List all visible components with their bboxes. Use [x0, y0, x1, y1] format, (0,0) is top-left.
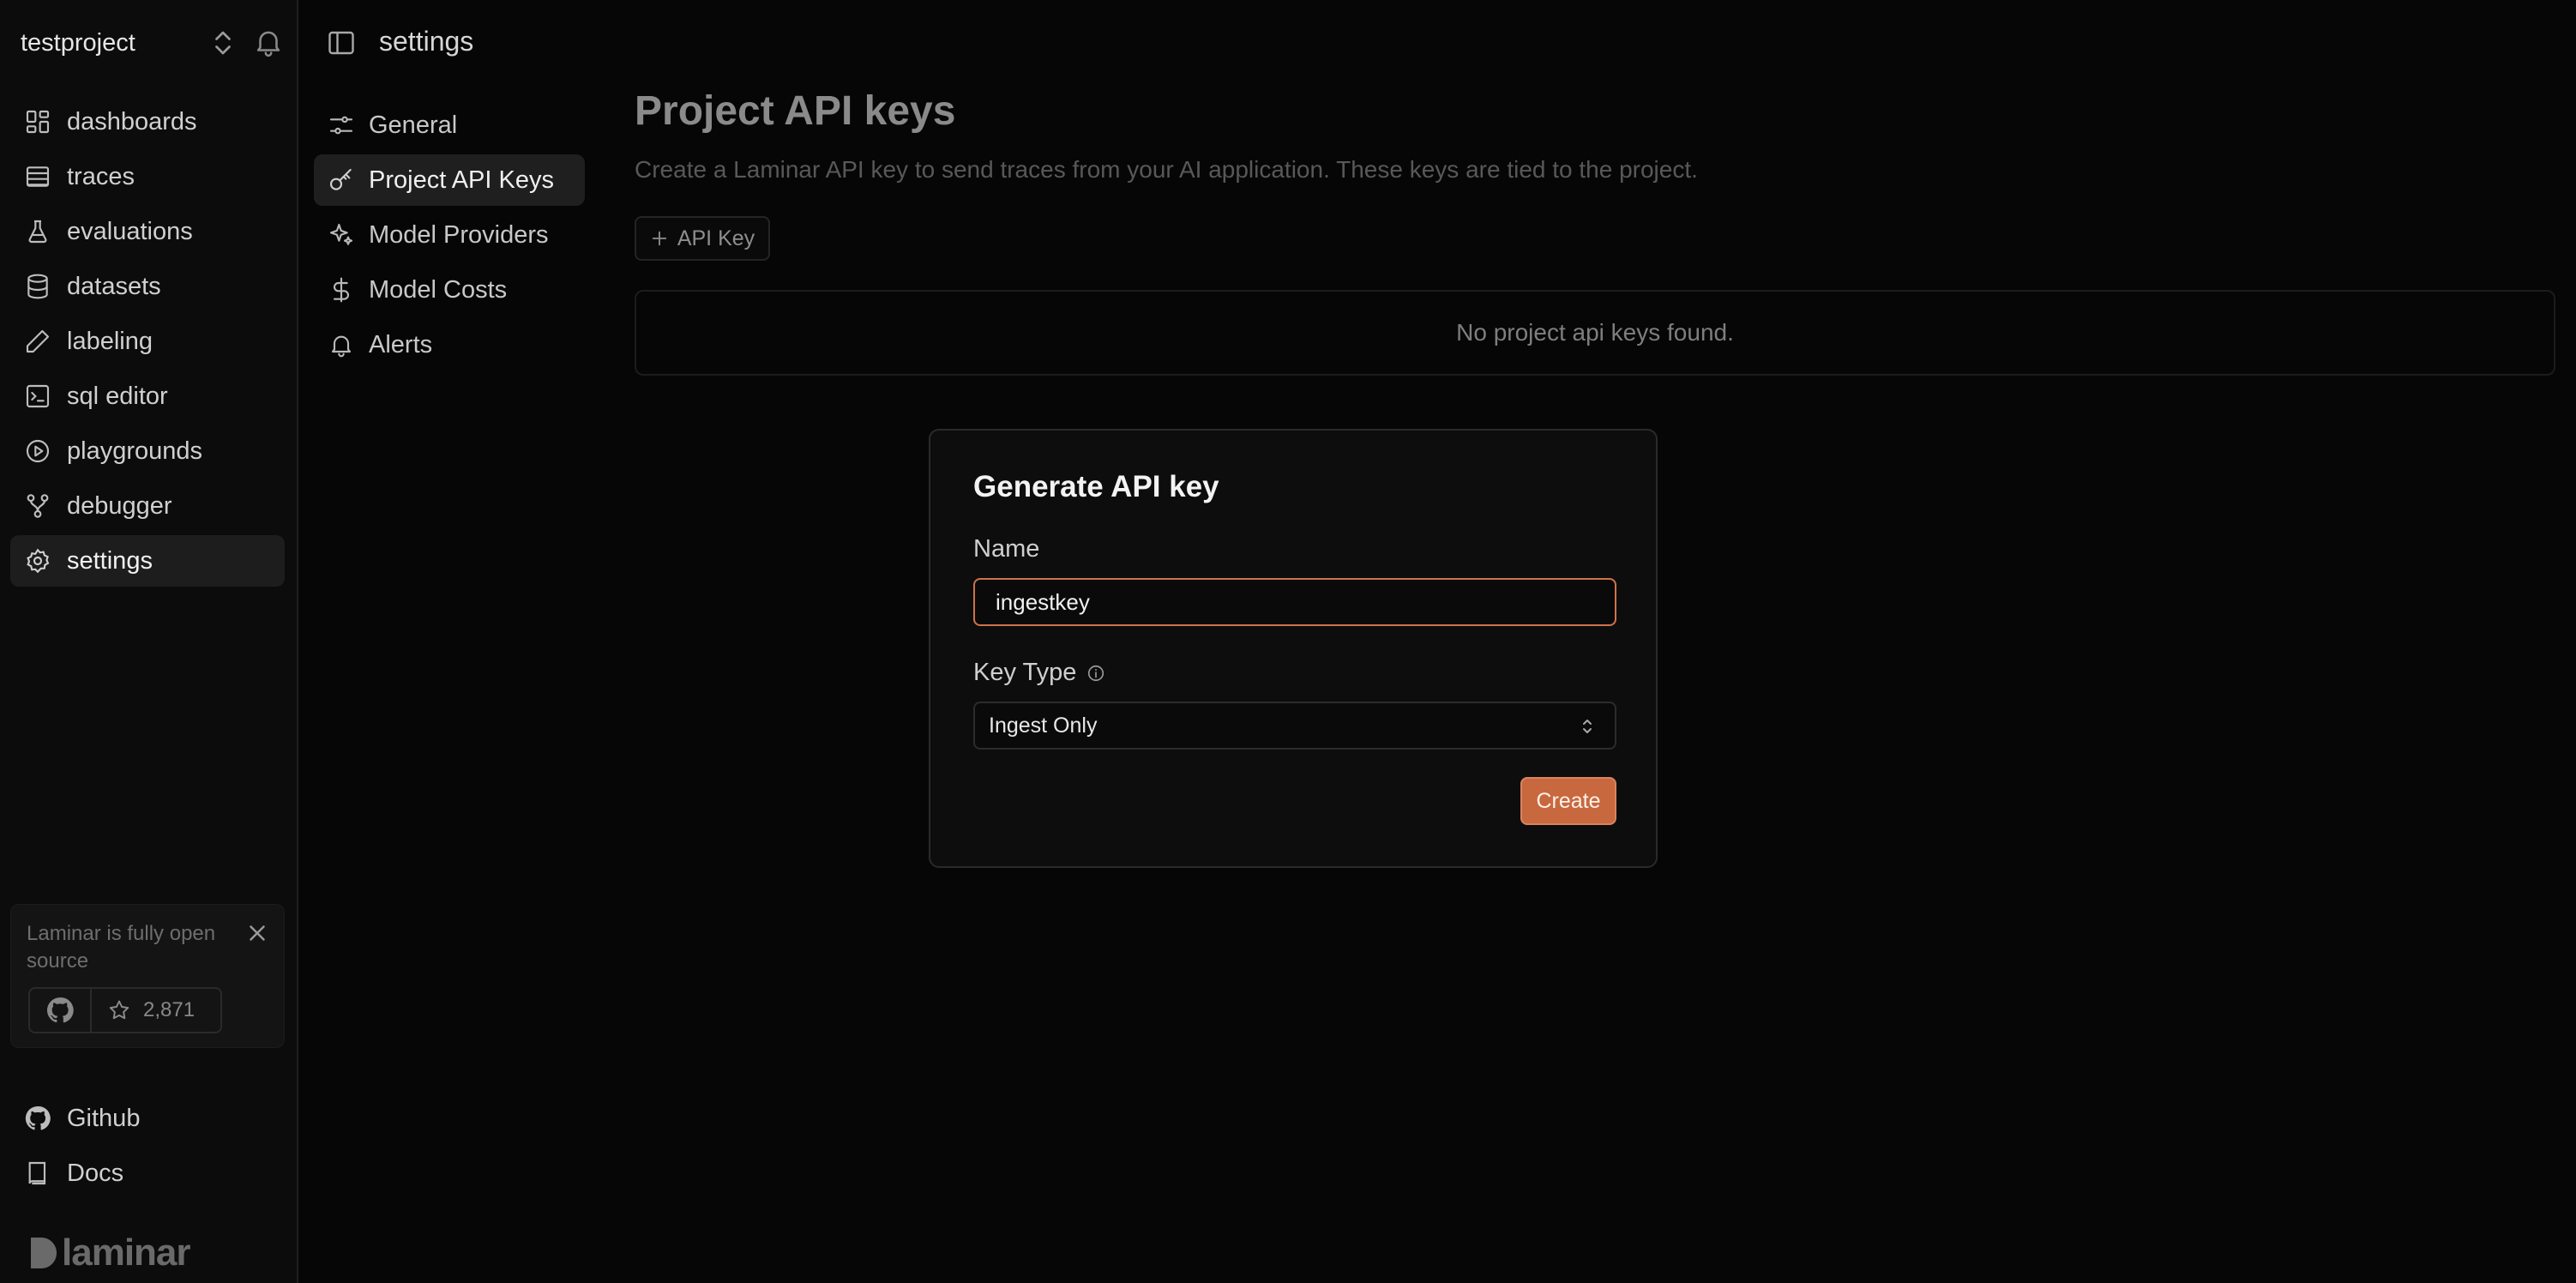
nav-item-dashboards[interactable]: dashboards: [10, 96, 285, 148]
app-root: testproject dashboards traces evaluation…: [0, 0, 2576, 1283]
sliders-icon: [329, 116, 353, 135]
nav-item-debugger[interactable]: debugger: [10, 480, 285, 532]
laminar-logo-mark: [31, 1238, 57, 1268]
api-keys-table: No project api keys found.: [635, 290, 2555, 376]
nav-label: sql editor: [67, 382, 168, 410]
subnav-item-alerts[interactable]: Alerts: [314, 319, 585, 370]
nav-label: labeling: [67, 327, 153, 355]
nav-label: traces: [67, 162, 135, 190]
play-icon: [26, 439, 50, 463]
nav-item-settings[interactable]: settings: [10, 535, 285, 587]
github-link-label: Github: [67, 1104, 141, 1132]
open-source-text: Laminar is fully open source: [27, 922, 216, 973]
top-bar: settings: [300, 0, 2576, 86]
subnav-item-model-providers[interactable]: Model Providers: [314, 209, 585, 261]
subnav-label: Model Costs: [369, 275, 508, 304]
docs-link[interactable]: Docs: [10, 1149, 285, 1197]
bell-icon: [331, 335, 352, 358]
subnav-item-model-costs[interactable]: Model Costs: [314, 264, 585, 316]
subnav-label: Model Providers: [369, 220, 549, 249]
subnav-label: Alerts: [369, 330, 433, 358]
github-link[interactable]: Github: [10, 1094, 285, 1142]
dialog-title: Generate API key: [973, 470, 1219, 503]
gear-icon: [27, 548, 50, 574]
docs-link-label: Docs: [67, 1159, 124, 1187]
key-icon: [329, 168, 352, 190]
key-type-label: Key Type: [973, 659, 1105, 687]
nav-item-traces[interactable]: traces: [10, 151, 285, 202]
nav-item-labeling[interactable]: labeling: [10, 316, 285, 367]
subnav-label: Project API Keys: [369, 166, 554, 194]
key-type-select[interactable]: Ingest Only: [973, 702, 1616, 750]
section-title: Project API keys: [635, 88, 956, 134]
nav-label: settings: [67, 546, 153, 575]
laminar-logo: laminar: [29, 1232, 191, 1274]
plus-icon: [652, 231, 667, 246]
github-icon: [46, 997, 74, 1023]
name-input[interactable]: [973, 578, 1616, 626]
pencil-icon: [26, 329, 50, 353]
flask-icon: [28, 220, 47, 244]
star-count: 2,871: [92, 998, 195, 1022]
nav-item-evaluations[interactable]: evaluations: [10, 206, 285, 257]
github-badge-logo: [30, 989, 92, 1032]
chevrons-up-down-icon[interactable]: [208, 27, 238, 58]
book-icon: [28, 1161, 46, 1185]
nav-item-sql-editor[interactable]: sql editor: [10, 370, 285, 422]
name-label-text: Name: [973, 535, 1040, 563]
laminar-logo-text: laminar: [62, 1232, 191, 1274]
create-button-label: Create: [1536, 788, 1601, 813]
key-type-selected-value: Ingest Only: [989, 713, 1098, 738]
sparkles-icon: [329, 223, 353, 245]
project-name: testproject: [21, 28, 135, 57]
settings-subnav: General Project API Keys Model Providers…: [314, 99, 585, 374]
dollar-icon: [333, 277, 349, 303]
nav-label: dashboards: [67, 107, 197, 136]
add-api-key-label: API Key: [677, 226, 755, 250]
chevrons-up-down-icon: [1583, 720, 1592, 733]
nav-item-playgrounds[interactable]: playgrounds: [10, 425, 285, 477]
nav-label: debugger: [67, 491, 172, 520]
nav-label: evaluations: [67, 217, 193, 245]
create-button[interactable]: Create: [1520, 777, 1616, 825]
subnav-label: General: [369, 111, 458, 139]
generate-api-key-dialog: Generate API key Name Key Type Ingest On…: [929, 429, 1658, 868]
github-icon: [25, 1105, 51, 1130]
nav-item-datasets[interactable]: datasets: [10, 261, 285, 312]
terminal-icon: [26, 384, 50, 408]
close-icon[interactable]: [244, 920, 270, 946]
nav-label: playgrounds: [67, 437, 202, 465]
add-api-key-button[interactable]: API Key: [635, 216, 770, 261]
project-header[interactable]: testproject: [21, 24, 281, 62]
star-icon: [109, 1000, 129, 1020]
git-branch-icon: [27, 494, 49, 518]
name-label: Name: [973, 535, 1039, 563]
subnav-item-project-api-keys[interactable]: Project API Keys: [314, 154, 585, 206]
dashboard-icon: [26, 110, 50, 134]
empty-state-message: No project api keys found.: [1456, 319, 1734, 346]
section-description: Create a Laminar API key to send traces …: [635, 156, 1698, 183]
github-stars-badge[interactable]: 2,871: [28, 987, 222, 1033]
database-icon: [27, 274, 48, 299]
sidebar-toggle-icon[interactable]: [326, 27, 357, 58]
open-source-card: Laminar is fully open source 2,871: [10, 904, 285, 1048]
nav-label: datasets: [67, 272, 161, 300]
notifications-bell-icon[interactable]: [252, 26, 285, 58]
main-nav: dashboards traces evaluations datasets l…: [10, 96, 285, 590]
traces-icon: [26, 166, 50, 187]
star-count-value: 2,871: [143, 998, 196, 1021]
page-title: settings: [379, 26, 474, 57]
sidebar: testproject dashboards traces evaluation…: [0, 0, 298, 1283]
key-type-label-text: Key Type: [973, 659, 1077, 686]
subnav-item-general[interactable]: General: [314, 99, 585, 151]
info-icon[interactable]: [1086, 664, 1105, 683]
